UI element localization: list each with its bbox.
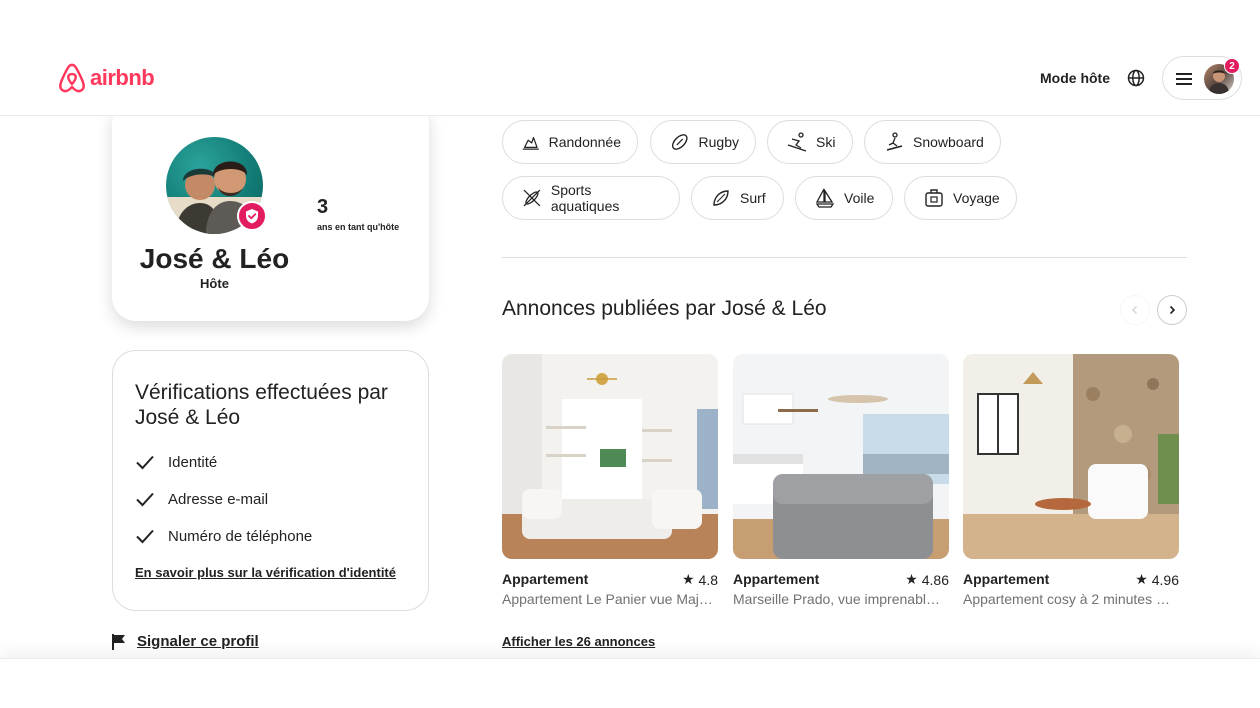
interest-label: Voile bbox=[844, 190, 875, 206]
interest-chip-rugby[interactable]: Rugby bbox=[650, 120, 756, 164]
interest-chip-hiking[interactable]: Randonnée bbox=[502, 120, 638, 164]
listing-photo-image bbox=[502, 354, 718, 559]
verification-label: Numéro de téléphone bbox=[168, 527, 313, 545]
section-divider bbox=[502, 257, 1187, 258]
listing-type: Appartement bbox=[733, 571, 820, 587]
ski-icon bbox=[787, 132, 807, 152]
interest-label: Sports aquatiques bbox=[550, 182, 620, 214]
verification-label: Identité bbox=[168, 453, 218, 471]
listing-type: Appartement bbox=[502, 571, 589, 587]
listing-description: Marseille Prado, vue imprenable sur la m… bbox=[733, 591, 947, 607]
listings-section-title: Annonces publiées par José & Léo bbox=[502, 297, 827, 320]
interest-chip-surf[interactable]: Surf bbox=[691, 176, 784, 220]
verification-item: Numéro de téléphone bbox=[135, 526, 312, 546]
checkmark-icon bbox=[136, 529, 154, 544]
listing-rating: 4.86 bbox=[921, 571, 949, 588]
listing-photo[interactable] bbox=[733, 354, 949, 559]
logo-wordmark: airbnb bbox=[90, 65, 155, 90]
flag-icon bbox=[112, 633, 125, 650]
interest-label: Snowboard bbox=[913, 134, 984, 150]
airbnb-logo[interactable]: airbnb bbox=[57, 62, 155, 94]
listing-photo-image bbox=[963, 354, 1179, 559]
years-hosting-label: ans en tant qu'hôte bbox=[317, 222, 400, 232]
verified-badge bbox=[237, 201, 267, 231]
checkmark-icon bbox=[136, 455, 154, 470]
interest-chip-snowboard[interactable]: Snowboard bbox=[864, 120, 1001, 164]
top-header: airbnb Mode hôte 2 bbox=[0, 0, 1260, 116]
listing-photo[interactable] bbox=[963, 354, 1179, 559]
bottom-edge bbox=[0, 658, 1260, 708]
airbnb-logo-icon bbox=[59, 63, 85, 93]
listing-description: Appartement cosy à 2 minutes du port bbox=[963, 591, 1177, 607]
star-icon: ★ bbox=[905, 571, 918, 587]
carousel-prev-button[interactable] bbox=[1120, 295, 1150, 325]
sailboat-icon bbox=[815, 188, 835, 208]
interest-chip-water-sports[interactable]: Sports aquatiques bbox=[502, 176, 680, 220]
report-profile-link[interactable]: Signaler ce profil bbox=[112, 633, 259, 650]
interest-label: Voyage bbox=[953, 190, 1000, 206]
chevron-right-icon bbox=[1169, 305, 1176, 315]
star-icon: ★ bbox=[1135, 571, 1148, 587]
verification-label: Adresse e-mail bbox=[168, 490, 269, 508]
interest-label: Surf bbox=[740, 190, 766, 206]
listing-photo-image bbox=[733, 354, 949, 559]
listing-rating: 4.8 bbox=[698, 571, 718, 588]
shield-check-icon bbox=[246, 209, 258, 224]
interest-chip-sailing[interactable]: Voile bbox=[795, 176, 893, 220]
host-name: José & Léo bbox=[139, 243, 290, 274]
host-profile-card: José & Léo Hôte 3 ans en tant qu'hôte bbox=[112, 100, 429, 321]
interest-chip-ski[interactable]: Ski bbox=[767, 120, 853, 164]
listing-photo[interactable] bbox=[502, 354, 718, 559]
user-menu-button[interactable]: 2 bbox=[1162, 56, 1242, 100]
verifications-card: Vérifications effectuées par José & Léo … bbox=[112, 350, 429, 611]
interest-label: Rugby bbox=[698, 134, 739, 150]
interest-chip-travel[interactable]: Voyage bbox=[904, 176, 1017, 220]
verification-item: Identité bbox=[135, 452, 217, 472]
listing-card[interactable]: Appartement ★ 4.8 Appartement Le Panier v… bbox=[502, 354, 718, 607]
luggage-icon bbox=[925, 189, 943, 207]
years-hosting-count: 3 bbox=[317, 196, 329, 218]
checkmark-icon bbox=[136, 492, 154, 507]
rugby-ball-icon bbox=[671, 134, 688, 150]
identity-verification-link[interactable]: En savoir plus sur la vérification d'ide… bbox=[135, 565, 396, 580]
star-icon: ★ bbox=[681, 571, 695, 587]
verifications-title: Vérifications effectuées par José & Léo bbox=[135, 381, 388, 429]
listing-card[interactable]: Appartement ★ 4.86 Marseille Prado, vue i… bbox=[733, 354, 949, 607]
show-all-listings-link[interactable]: Afficher les 26 annonces bbox=[502, 634, 655, 649]
interest-label: Randonnée bbox=[548, 134, 621, 150]
surfboard-icon bbox=[713, 190, 729, 206]
report-profile-label: Signaler ce profil bbox=[137, 633, 259, 650]
globe-icon[interactable] bbox=[1126, 68, 1146, 88]
hamburger-menu-icon bbox=[1176, 73, 1192, 85]
chevron-left-icon bbox=[1132, 306, 1137, 314]
carousel-next-button[interactable] bbox=[1157, 295, 1187, 325]
hiking-icon bbox=[522, 136, 539, 150]
host-mode-link[interactable]: Mode hôte bbox=[1040, 70, 1110, 86]
listing-card[interactable]: Appartement ★ 4.96 Appartement cosy à 2 m… bbox=[963, 354, 1179, 607]
listing-description: Appartement Le Panier vue Majestueuse bbox=[502, 591, 716, 607]
snowboard-icon bbox=[886, 132, 903, 151]
kayak-icon bbox=[523, 189, 541, 207]
listing-rating: 4.96 bbox=[1151, 571, 1179, 588]
interest-label: Ski bbox=[816, 134, 836, 150]
host-role: Hôte bbox=[200, 276, 229, 291]
notification-badge: 2 bbox=[1224, 58, 1240, 74]
verification-item: Adresse e-mail bbox=[135, 489, 268, 509]
listing-type: Appartement bbox=[963, 571, 1050, 587]
